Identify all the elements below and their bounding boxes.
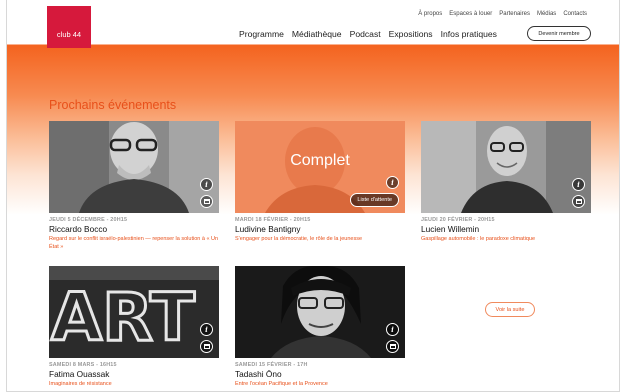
info-icon[interactable]: i bbox=[200, 323, 213, 336]
util-nav-contacts[interactable]: Contacts bbox=[563, 11, 587, 17]
waitlist-button[interactable]: Liste d'attente bbox=[350, 193, 399, 207]
info-icon[interactable]: i bbox=[200, 178, 213, 191]
club44-logo[interactable]: club 44 bbox=[47, 6, 91, 48]
logo-text: club 44 bbox=[56, 30, 82, 39]
event-card[interactable]: i SAMEDI 15 FÉVRIER - 17H Tadashi Ōno En… bbox=[235, 266, 405, 388]
event-photo[interactable]: i bbox=[49, 121, 219, 213]
nav-programme[interactable]: Programme bbox=[239, 29, 284, 39]
event-date: JEUDI 5 DÉCEMBRE - 20H15 bbox=[49, 217, 128, 223]
event-card[interactable]: Complet i Liste d'attente MARDI 18 FÉVRI… bbox=[235, 121, 405, 243]
nav-expositions[interactable]: Expositions bbox=[389, 29, 433, 39]
info-icon[interactable]: i bbox=[386, 323, 399, 336]
event-date: MARDI 18 FÉVRIER - 20H15 bbox=[235, 217, 311, 223]
nav-infos-pratiques[interactable]: Infos pratiques bbox=[441, 29, 497, 39]
become-member-button[interactable]: Devenir membre bbox=[527, 26, 591, 41]
event-photo[interactable]: ART i bbox=[49, 266, 219, 358]
util-nav-espaces[interactable]: Espaces à louer bbox=[449, 11, 492, 17]
event-subtitle[interactable]: Regard sur le conflit israélo-palestinie… bbox=[49, 235, 219, 251]
nav-mediatheque[interactable]: Médiathèque bbox=[292, 29, 342, 39]
event-photo[interactable]: Complet i Liste d'attente bbox=[235, 121, 405, 213]
main-nav: Programme Médiathèque Podcast Exposition… bbox=[239, 29, 497, 39]
neon-art-text: ART bbox=[51, 279, 195, 356]
page-frame: club 44 À propos Espaces à louer Partena… bbox=[6, 0, 620, 392]
event-photo[interactable]: i bbox=[235, 266, 405, 358]
event-card[interactable]: i JEUDI 5 DÉCEMBRE - 20H15 Riccardo Bocc… bbox=[49, 121, 219, 251]
event-card[interactable]: i JEUDI 20 FÉVRIER - 20H15 Lucien Willem… bbox=[421, 121, 591, 243]
util-nav-medias[interactable]: Médias bbox=[537, 11, 556, 17]
event-speaker[interactable]: Tadashi Ōno bbox=[235, 369, 405, 379]
event-date: SAMEDI 15 FÉVRIER - 17H bbox=[235, 362, 308, 368]
see-more-button[interactable]: Voir la suite bbox=[485, 302, 535, 317]
calendar-icon[interactable] bbox=[200, 195, 213, 208]
event-subtitle[interactable]: S'engager pour la démocratie, le rôle de… bbox=[235, 235, 405, 243]
event-speaker[interactable]: Ludivine Bantigny bbox=[235, 224, 405, 234]
section-title: Prochains événements bbox=[49, 98, 177, 112]
utility-nav: À propos Espaces à louer Partenaires Méd… bbox=[418, 11, 587, 17]
calendar-icon[interactable] bbox=[200, 340, 213, 353]
event-speaker[interactable]: Riccardo Bocco bbox=[49, 224, 219, 234]
util-nav-partenaires[interactable]: Partenaires bbox=[499, 11, 530, 17]
nav-podcast[interactable]: Podcast bbox=[350, 29, 381, 39]
event-subtitle[interactable]: Entre l'océan Pacifique et la Provence bbox=[235, 380, 405, 388]
info-icon[interactable]: i bbox=[572, 178, 585, 191]
calendar-icon[interactable] bbox=[572, 195, 585, 208]
event-photo[interactable]: i bbox=[421, 121, 591, 213]
event-speaker[interactable]: Fatima Ouassak bbox=[49, 369, 219, 379]
event-card[interactable]: ART i SAMEDI 8 MARS - 16H15 Fatima Ouass… bbox=[49, 266, 219, 388]
event-date: SAMEDI 8 MARS - 16H15 bbox=[49, 362, 117, 368]
event-subtitle[interactable]: Gaspillage automobile : le paradoxe clim… bbox=[421, 235, 591, 243]
calendar-icon[interactable] bbox=[386, 340, 399, 353]
sold-out-label: Complet bbox=[290, 152, 350, 169]
event-speaker[interactable]: Lucien Willemin bbox=[421, 224, 591, 234]
event-date: JEUDI 20 FÉVRIER - 20H15 bbox=[421, 217, 495, 223]
util-nav-apropos[interactable]: À propos bbox=[418, 11, 442, 17]
event-subtitle[interactable]: Imaginaires de résistance bbox=[49, 380, 219, 388]
info-icon[interactable]: i bbox=[386, 176, 399, 189]
